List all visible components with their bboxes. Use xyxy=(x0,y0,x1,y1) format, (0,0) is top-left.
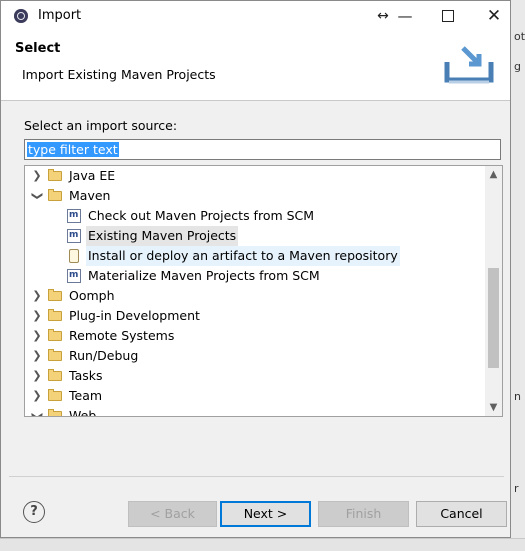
background-fragment: g xyxy=(514,60,521,73)
tree-item-label: Remote Systems xyxy=(69,328,175,343)
tree-item-label: Existing Maven Projects xyxy=(86,226,239,246)
folder-icon xyxy=(48,289,62,301)
maven-icon xyxy=(67,269,81,283)
back-button[interactable]: < Back xyxy=(128,501,217,527)
maven-icon xyxy=(67,209,81,223)
maximize-icon xyxy=(442,10,454,22)
filter-input[interactable]: type filter text xyxy=(24,139,501,160)
scroll-thumb[interactable] xyxy=(488,268,499,368)
wizard-header: Select Import Existing Maven Projects xyxy=(1,32,510,101)
chevron-right-icon[interactable]: ❯ xyxy=(31,326,43,346)
tree-scrollbar[interactable]: ▲ ▼ xyxy=(485,166,502,416)
page-title: Select xyxy=(15,41,61,56)
jar-icon xyxy=(69,249,79,263)
chevron-down-icon[interactable]: ❯ xyxy=(27,190,47,202)
background-fragment: n xyxy=(514,390,521,403)
tree-item-label: Tasks xyxy=(69,368,103,383)
background-fragment: ot xyxy=(514,30,525,43)
tree-item-label: Run/Debug xyxy=(69,348,139,363)
finish-button[interactable]: Finish xyxy=(318,501,409,527)
chevron-right-icon[interactable]: ❯ xyxy=(31,366,43,386)
minimize-button[interactable]: — xyxy=(390,4,420,28)
maven-icon xyxy=(67,229,81,243)
tree-item-label: Materialize Maven Projects from SCM xyxy=(88,268,320,283)
import-dialog: Import ↔ — ✕ Select Import Existing Mave… xyxy=(0,0,511,538)
folder-icon xyxy=(48,169,62,181)
maximize-button[interactable] xyxy=(433,4,463,28)
folder-icon xyxy=(48,369,62,381)
chevron-right-icon[interactable]: ❯ xyxy=(31,346,43,366)
tree-item-label: Team xyxy=(69,388,103,403)
tree-item-label: Plug-in Development xyxy=(69,308,200,323)
chevron-right-icon[interactable]: ❯ xyxy=(31,166,43,186)
tree-item-label: Install or deploy an artifact to a Maven… xyxy=(86,246,400,266)
tree-item-label: Maven xyxy=(69,188,111,203)
title-bar: Import ↔ — ✕ xyxy=(1,1,510,32)
import-wizard-icon xyxy=(444,46,494,84)
folder-icon xyxy=(48,309,62,321)
tree-item-label: Java EE xyxy=(69,168,116,183)
button-bar-separator xyxy=(9,476,504,477)
scroll-up-icon[interactable]: ▲ xyxy=(485,166,502,183)
cancel-button[interactable]: Cancel xyxy=(416,501,507,527)
eclipse-icon xyxy=(14,9,28,23)
import-source-tree[interactable]: ❯ Java EE ❯ Maven Check out Maven Projec… xyxy=(24,165,503,417)
tree-item-label: Oomph xyxy=(69,288,115,303)
folder-open-icon xyxy=(48,189,62,201)
background-taskbar xyxy=(0,538,525,551)
folder-icon xyxy=(48,389,62,401)
chevron-down-icon[interactable]: ❯ xyxy=(27,410,47,416)
folder-icon xyxy=(48,349,62,361)
close-button[interactable]: ✕ xyxy=(479,4,509,28)
folder-open-icon xyxy=(48,409,62,416)
window-title: Import xyxy=(38,8,82,23)
chevron-right-icon[interactable]: ❯ xyxy=(31,306,43,326)
scroll-down-icon[interactable]: ▼ xyxy=(485,399,502,416)
import-source-label: Select an import source: xyxy=(24,118,178,133)
folder-icon xyxy=(48,329,62,341)
filter-text: type filter text xyxy=(27,142,119,157)
background-fragment: r xyxy=(514,482,519,495)
page-description: Import Existing Maven Projects xyxy=(22,67,216,82)
tree-item-label: Web xyxy=(69,408,97,417)
chevron-right-icon[interactable]: ❯ xyxy=(31,286,43,306)
background-window-edge: ot g n r xyxy=(510,0,525,550)
help-button[interactable]: ? xyxy=(23,501,45,523)
chevron-right-icon[interactable]: ❯ xyxy=(31,386,43,406)
tree-item-label: Check out Maven Projects from SCM xyxy=(88,208,315,223)
next-button[interactable]: Next > xyxy=(220,501,311,527)
